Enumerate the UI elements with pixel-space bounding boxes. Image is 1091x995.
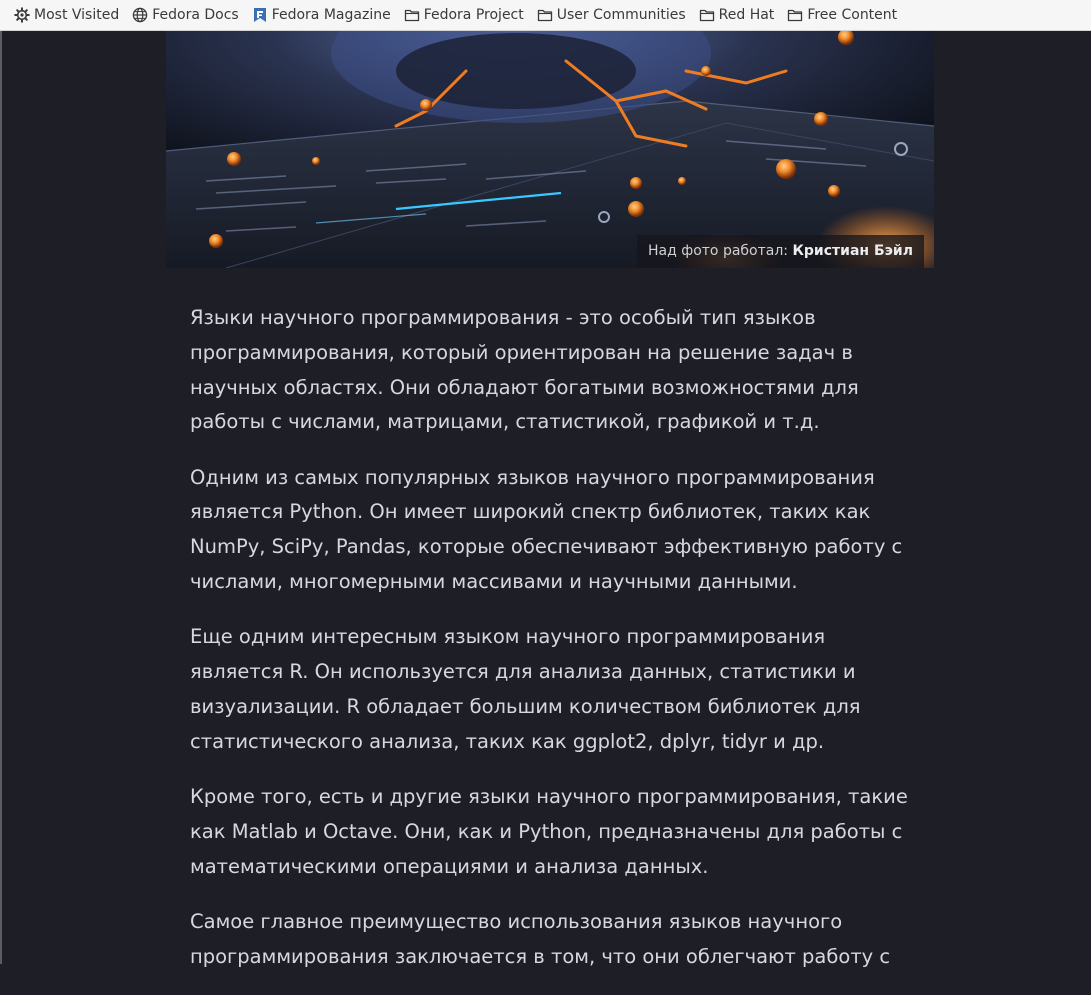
article-paragraph: Самое главное преимущество использования… [190,909,891,968]
bookmark-label: Fedora Project [423,7,524,23]
photo-credit-caption: Над фото работал: Кристиан Бэйл [637,235,924,268]
bookmark-label: Fedora Magazine [271,7,391,23]
folder-icon [788,9,803,22]
bookmark-most-visited[interactable]: Most Visited [14,7,119,23]
bookmarks-toolbar: Most Visited Fedora Docs Fedora Magazine… [0,0,1091,31]
caption-prefix: Над фото работал: [648,243,789,259]
bookmark-label: Most Visited [34,7,120,23]
folder-icon [404,9,419,22]
caption-author: Кристиан Бэйл [792,243,913,259]
bookmark-label: Fedora Docs [152,7,239,23]
globe-icon [132,7,148,23]
bookmark-fedora-magazine[interactable]: Fedora Magazine [252,7,391,23]
bookmark-folder-fedora-project[interactable]: Fedora Project [404,7,524,23]
fedora-magazine-icon [253,8,266,22]
article-body: Языки научного программирования - это ос… [190,301,920,995]
gear-icon [14,7,30,23]
bookmark-folder-red-hat[interactable]: Red Hat [699,7,775,23]
bookmark-folder-user-communities[interactable]: User Communities [537,7,686,23]
article-paragraph: Языки научного программирования - это ос… [190,306,859,434]
article-paragraph: Еще одним интересным языком научного про… [190,625,861,753]
bookmark-fedora-docs[interactable]: Fedora Docs [132,7,239,23]
hero-image: Над фото работал: Кристиан Бэйл [166,31,934,268]
bookmark-label: Free Content [807,7,898,23]
article-paragraph: Одним из самых популярных языков научног… [190,465,903,594]
folder-icon [699,9,714,22]
bookmark-label: Red Hat [718,7,775,23]
window-edge [0,31,2,964]
article-paragraph: Кроме того, есть и другие языки научного… [190,785,908,878]
hero-illustration [166,31,934,268]
bookmark-folder-free-content[interactable]: Free Content [787,7,897,23]
folder-icon [537,9,552,22]
bookmark-label: User Communities [556,7,686,23]
